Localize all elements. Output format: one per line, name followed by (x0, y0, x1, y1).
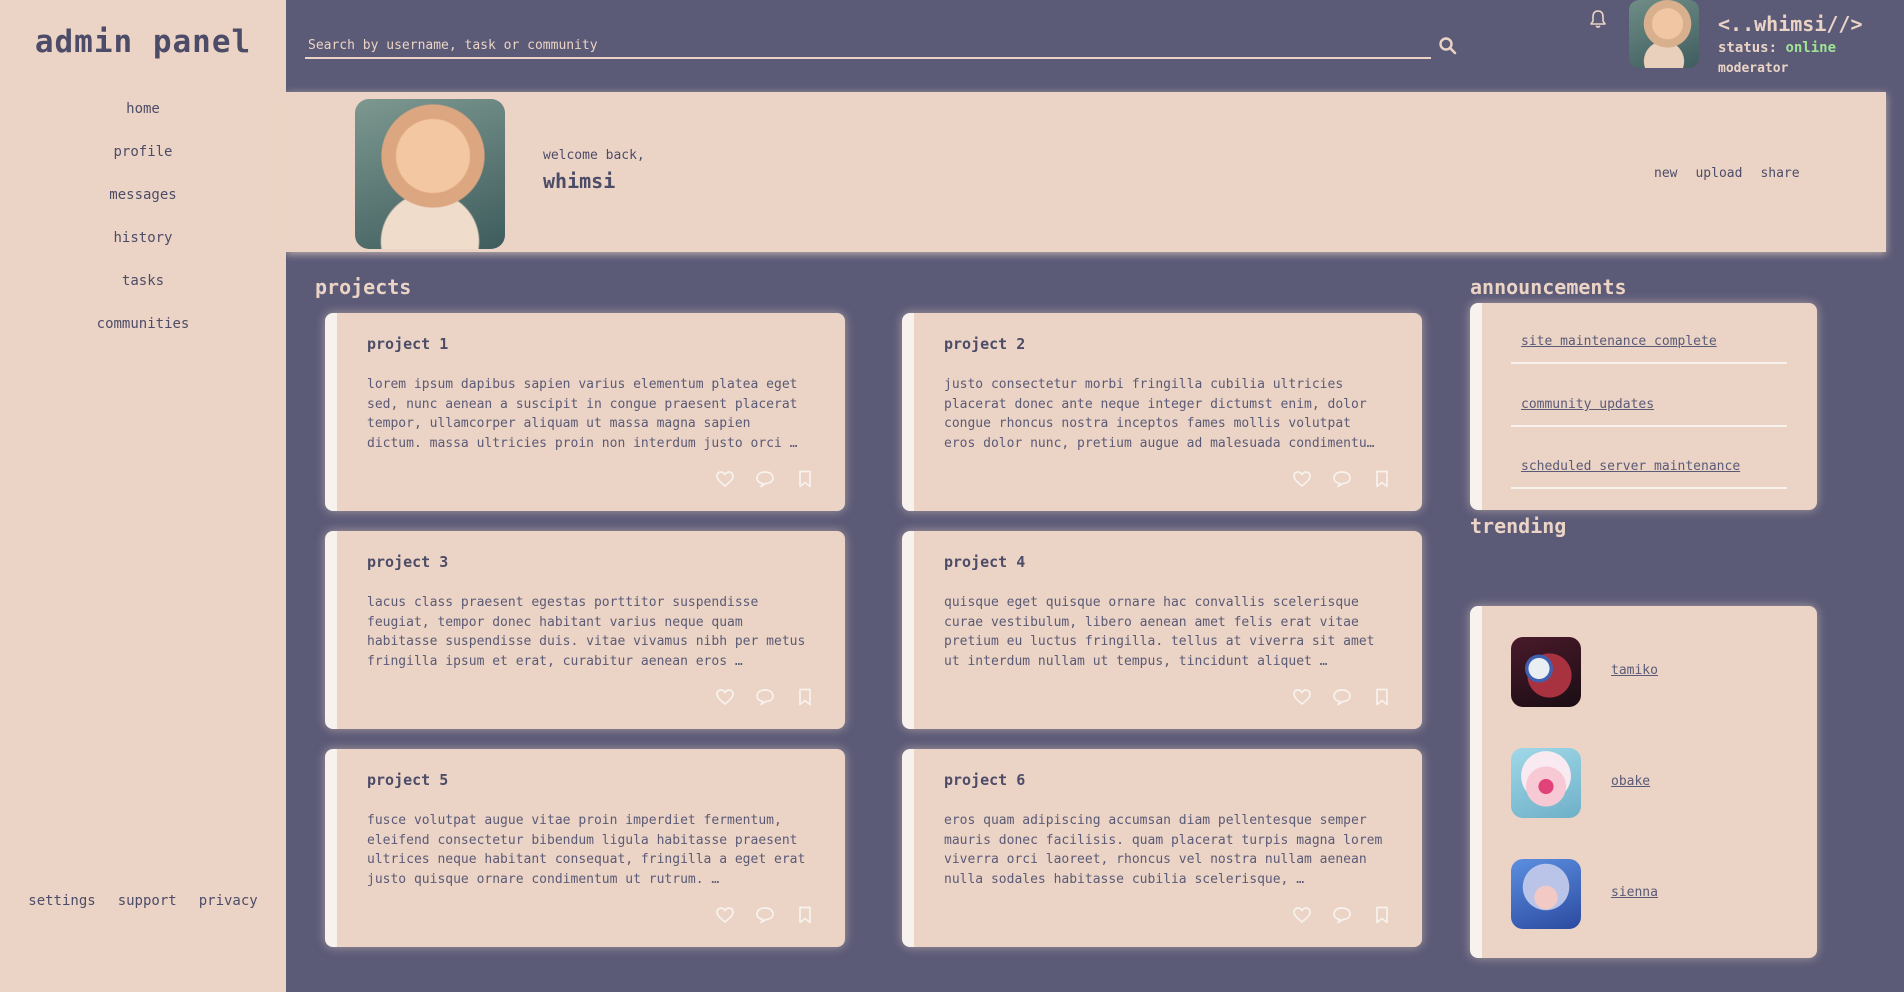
project-title: project 2 (944, 335, 1026, 353)
sidebar-item-messages[interactable]: messages (0, 182, 286, 225)
project-card[interactable]: project 3 lacus class praesent egestas po… (325, 531, 845, 729)
sidebar-item-communities[interactable]: communities (0, 311, 286, 354)
search-icon[interactable] (1438, 36, 1458, 56)
trending-avatar[interactable] (1511, 859, 1581, 929)
trending-username[interactable]: tamiko (1611, 663, 1658, 678)
project-card[interactable]: project 2 justo consectetur morbi fringil… (902, 313, 1422, 511)
banner-actions: new upload share (1654, 166, 1800, 181)
search-input[interactable] (305, 33, 1431, 57)
announcement-item: scheduled server maintenance (1511, 439, 1787, 489)
project-description: quisque eget quisque ornare hac convalli… (944, 595, 1375, 669)
user-info: <..whimsi//> status: online moderator (1718, 12, 1863, 76)
project-description: lorem ipsum dapibus sapien varius elemen… (367, 377, 798, 451)
user-role: moderator (1718, 61, 1789, 76)
new-button[interactable]: new (1654, 166, 1677, 181)
project-title: project 1 (367, 335, 449, 353)
announcement-link[interactable]: scheduled server maintenance (1521, 459, 1740, 474)
project-description: justo consectetur morbi fringilla cubili… (944, 377, 1375, 451)
project-description: lacus class praesent egestas porttitor s… (367, 595, 806, 669)
heart-icon[interactable] (715, 688, 735, 706)
bookmark-icon[interactable] (1372, 470, 1392, 488)
welcome-banner: welcome back, whimsi new upload share (286, 92, 1886, 252)
projects-heading: projects (315, 275, 412, 299)
project-actions (1292, 688, 1392, 706)
comment-icon[interactable] (1332, 470, 1352, 488)
bookmark-icon[interactable] (795, 906, 815, 924)
project-title: project 5 (367, 771, 449, 789)
project-description: eros quam adipiscing accumsan diam pelle… (944, 813, 1383, 887)
sidebar-footer: settings support privacy (0, 893, 286, 909)
comment-icon[interactable] (755, 906, 775, 924)
heart-icon[interactable] (1292, 906, 1312, 924)
comment-icon[interactable] (755, 470, 775, 488)
bookmark-icon[interactable] (795, 470, 815, 488)
upload-button[interactable]: upload (1695, 166, 1742, 181)
support-link[interactable]: support (118, 893, 177, 909)
project-card[interactable]: project 5 fusce volutpat augue vitae proi… (325, 749, 845, 947)
announcement-link[interactable]: community updates (1521, 397, 1654, 412)
user-status: status: online (1718, 40, 1863, 56)
profile-avatar[interactable] (355, 99, 505, 249)
welcome-name: whimsi (543, 169, 616, 193)
project-actions (1292, 906, 1392, 924)
project-actions (715, 688, 815, 706)
comment-icon[interactable] (1332, 688, 1352, 706)
project-title: project 3 (367, 553, 449, 571)
heart-icon[interactable] (715, 906, 735, 924)
sidebar-item-history[interactable]: history (0, 225, 286, 268)
sidebar: admin panel home profile messages histor… (0, 0, 286, 992)
project-actions (1292, 470, 1392, 488)
trending-username[interactable]: obake (1611, 774, 1650, 789)
status-value: online (1785, 40, 1837, 56)
trending-user: tamiko (1511, 637, 1811, 707)
trending-user: sienna (1511, 859, 1811, 929)
sidebar-item-profile[interactable]: profile (0, 139, 286, 182)
username: <..whimsi//> (1718, 12, 1863, 36)
trending-heading: trending (1470, 514, 1567, 538)
project-title: project 6 (944, 771, 1026, 789)
comment-icon[interactable] (1332, 906, 1352, 924)
bell-icon[interactable] (1589, 9, 1607, 29)
announcements-heading: announcements (1470, 275, 1627, 299)
heart-icon[interactable] (715, 470, 735, 488)
trending-username[interactable]: sienna (1611, 885, 1658, 900)
settings-link[interactable]: settings (28, 893, 95, 909)
bookmark-icon[interactable] (795, 688, 815, 706)
project-description: fusce volutpat augue vitae proin imperdi… (367, 813, 806, 887)
trending-avatar[interactable] (1511, 637, 1581, 707)
announcement-item: community updates (1511, 377, 1787, 427)
announcement-link[interactable]: site maintenance complete (1521, 334, 1717, 349)
welcome-text: welcome back, whimsi (543, 148, 645, 193)
share-button[interactable]: share (1760, 166, 1799, 181)
project-card[interactable]: project 1 lorem ipsum dapibus sapien vari… (325, 313, 845, 511)
trending-user: obake (1511, 748, 1811, 818)
heart-icon[interactable] (1292, 688, 1312, 706)
announcements-panel: site maintenance complete community upda… (1470, 303, 1817, 510)
project-actions (715, 470, 815, 488)
project-title: project 4 (944, 553, 1026, 571)
heart-icon[interactable] (1292, 470, 1312, 488)
trending-avatar[interactable] (1511, 748, 1581, 818)
sidebar-nav: home profile messages history tasks comm… (0, 96, 286, 354)
announcement-item: site maintenance complete (1511, 314, 1787, 364)
top-bar: <..whimsi//> status: online moderator (286, 0, 1904, 92)
project-card[interactable]: project 6 eros quam adipiscing accumsan d… (902, 749, 1422, 947)
status-label: status: (1718, 40, 1778, 56)
privacy-link[interactable]: privacy (199, 893, 258, 909)
sidebar-item-tasks[interactable]: tasks (0, 268, 286, 311)
project-card[interactable]: project 4 quisque eget quisque ornare hac… (902, 531, 1422, 729)
bookmark-icon[interactable] (1372, 906, 1392, 924)
app-title: admin panel (34, 24, 252, 60)
bookmark-icon[interactable] (1372, 688, 1392, 706)
trending-panel: tamiko obake sienna (1470, 606, 1817, 958)
welcome-subtitle: welcome back, (543, 148, 645, 163)
project-actions (715, 906, 815, 924)
search-bar (305, 33, 1431, 59)
user-avatar[interactable] (1629, 0, 1699, 68)
sidebar-item-home[interactable]: home (0, 96, 286, 139)
comment-icon[interactable] (755, 688, 775, 706)
